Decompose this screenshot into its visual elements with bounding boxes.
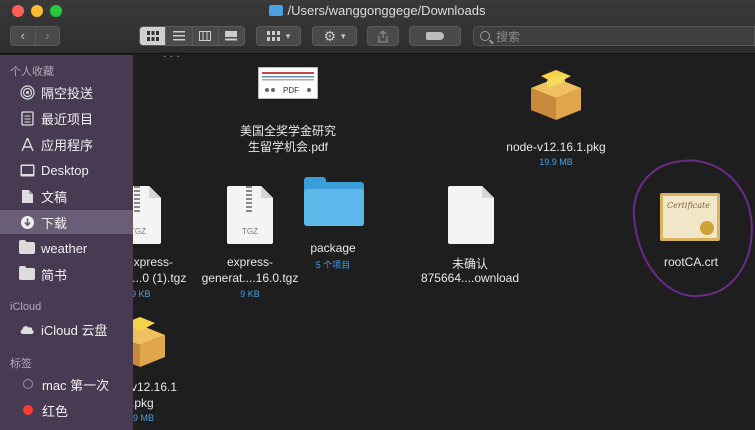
desktop-icon bbox=[19, 162, 35, 178]
folder-icon bbox=[304, 177, 364, 226]
archive-file-icon: TGZ bbox=[133, 186, 161, 244]
package-installer-icon bbox=[531, 70, 581, 120]
sidebar-item-applications[interactable]: 应用程序 bbox=[0, 132, 133, 156]
icon-view-button[interactable] bbox=[140, 27, 166, 45]
icloud-heading: iCloud bbox=[10, 301, 42, 313]
sidebar-tag-mac[interactable]: mac 第一次 bbox=[0, 372, 133, 396]
window-toolbar: /Users/wanggonggege/Downloads ‹ › ▾ ⚙ ▾ … bbox=[0, 0, 755, 54]
file-size: 9 KB bbox=[240, 289, 260, 299]
file-name: v12.16.1 bbox=[133, 380, 178, 394]
sidebar-item-label: 文稿 bbox=[41, 189, 68, 205]
sidebar-item-label: 下载 bbox=[41, 215, 68, 231]
grid-icon bbox=[146, 31, 159, 41]
share-button[interactable] bbox=[367, 26, 399, 46]
annotation-circle bbox=[625, 151, 755, 305]
recents-icon bbox=[19, 110, 35, 126]
sidebar-item-icloud-drive[interactable]: iCloud 云盘 bbox=[0, 317, 133, 341]
file-name-line2: generat....16.0.tgz bbox=[201, 271, 299, 285]
file-name: 未确认 bbox=[451, 257, 488, 271]
sidebar-item-label: Desktop bbox=[41, 162, 89, 178]
gear-icon: ⚙ bbox=[323, 27, 337, 44]
file-name: express- bbox=[133, 255, 174, 269]
archive-file-icon: TGZ bbox=[227, 186, 273, 244]
tag-icon bbox=[426, 32, 444, 40]
tags-button[interactable] bbox=[409, 26, 461, 46]
sidebar-item-downloads[interactable]: 下载 bbox=[0, 210, 133, 234]
file-size: 19.9 MB bbox=[539, 157, 573, 167]
column-view-button[interactable] bbox=[191, 27, 218, 45]
cloud-icon bbox=[19, 321, 35, 337]
gallery-icon bbox=[225, 31, 238, 41]
tag-color-dot bbox=[23, 405, 33, 415]
search-icon bbox=[480, 31, 490, 41]
folder-icon bbox=[19, 266, 35, 280]
file-name-line2: 生留学机会.pdf bbox=[247, 140, 329, 154]
favorites-heading: 个人收藏 bbox=[10, 66, 54, 78]
search-field[interactable]: 搜索 bbox=[473, 26, 755, 46]
action-button[interactable]: ⚙ ▾ bbox=[312, 26, 357, 46]
package-installer-icon bbox=[133, 317, 165, 367]
clipped-file-label: . . . bbox=[163, 55, 180, 60]
navigation-buttons: ‹ › bbox=[10, 26, 60, 46]
sidebar-item-label: 简书 bbox=[41, 267, 68, 283]
file-name-line2: ....0 (1).tgz bbox=[133, 271, 187, 285]
gallery-view-button[interactable] bbox=[217, 27, 244, 45]
sidebar-item-label: 最近项目 bbox=[41, 111, 94, 127]
folder-icon bbox=[19, 240, 35, 254]
search-placeholder: 搜索 bbox=[496, 29, 521, 44]
file-name-line2: 875664....ownload bbox=[420, 271, 520, 285]
file-size: 9 KB bbox=[133, 289, 151, 299]
list-icon bbox=[172, 31, 185, 41]
sidebar-item-label: mac 第一次 bbox=[42, 377, 110, 393]
back-button[interactable]: ‹ bbox=[11, 27, 35, 45]
sidebar-item-label: 隔空投送 bbox=[41, 85, 94, 101]
chevron-down-icon: ▾ bbox=[341, 30, 346, 41]
view-mode-buttons bbox=[139, 26, 245, 46]
file-size: 9 MB bbox=[133, 413, 155, 423]
sidebar-item-weather[interactable]: weather bbox=[0, 236, 133, 260]
chevron-down-icon: ▾ bbox=[285, 30, 291, 41]
sidebar-tag-red[interactable]: 红色 bbox=[0, 398, 133, 422]
tags-heading: 标签 bbox=[10, 358, 32, 370]
list-view-button[interactable] bbox=[165, 27, 191, 45]
sidebar-item-jianshu[interactable]: 简书 bbox=[0, 262, 133, 286]
sidebar-item-label: 应用程序 bbox=[41, 137, 94, 153]
pdf-thumbnail-icon: PDF bbox=[258, 67, 318, 99]
folder-icon bbox=[269, 5, 284, 16]
blank-document-icon bbox=[448, 186, 494, 244]
forward-button[interactable]: › bbox=[34, 27, 60, 45]
sidebar-item-desktop[interactable]: Desktop bbox=[0, 158, 133, 182]
file-name: node-v12.16.1.pkg bbox=[506, 140, 606, 154]
folder-name: package bbox=[310, 241, 356, 255]
file-browser-content: . . . PDF 美国全奖学金研究 生留学机会.pdf node-v12.16… bbox=[133, 55, 755, 430]
folder-item-count: 5 个项目 bbox=[315, 260, 351, 270]
columns-icon bbox=[199, 31, 212, 41]
applications-icon bbox=[19, 136, 35, 152]
sidebar-item-airdrop[interactable]: 隔空投送 bbox=[0, 80, 133, 104]
sidebar-item-recents[interactable]: 最近项目 bbox=[0, 106, 133, 130]
airdrop-icon bbox=[19, 84, 35, 100]
window-title: /Users/wanggonggege/Downloads bbox=[0, 3, 755, 18]
file-name-line2: .pkg bbox=[133, 396, 154, 410]
share-icon bbox=[378, 29, 388, 43]
sidebar-item-label: weather bbox=[41, 240, 88, 256]
downloads-icon bbox=[19, 214, 35, 230]
sidebar-item-label: iCloud 云盘 bbox=[41, 322, 108, 338]
sidebar: 个人收藏 隔空投送 最近项目 应用程序 Desktop 文稿 下载 weathe… bbox=[0, 55, 133, 430]
group-by-button[interactable]: ▾ bbox=[256, 26, 301, 46]
sidebar-item-label: 红色 bbox=[42, 403, 69, 419]
tag-color-dot bbox=[23, 379, 33, 389]
documents-icon bbox=[19, 188, 35, 204]
group-grid-icon bbox=[266, 31, 280, 41]
file-name: 美国全奖学金研究 bbox=[239, 124, 336, 138]
sidebar-item-documents[interactable]: 文稿 bbox=[0, 184, 133, 208]
